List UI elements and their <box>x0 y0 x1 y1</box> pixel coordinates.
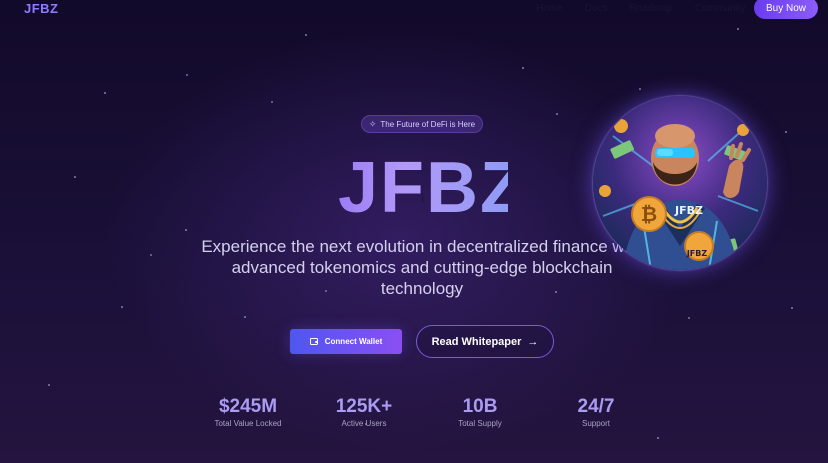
stat-label: Support <box>581 419 611 428</box>
arrow-right-icon: → <box>527 335 539 348</box>
stat-value: 24/7 <box>577 396 615 417</box>
nav-link-docs[interactable]: Docs <box>585 3 608 14</box>
stat-label: Total Supply <box>458 419 502 428</box>
connect-wallet-button[interactable]: Connect Wallet <box>290 329 402 354</box>
hero-subtitle: Experience the next evolution in decentr… <box>201 237 643 298</box>
announcement-badge: ✧ The Future of DeFi is Here <box>361 115 483 133</box>
avatar-jacket-label: JFBZ <box>674 204 703 217</box>
top-navbar: JFBZ Home Docs Roadmap Community Buy Now <box>0 0 828 19</box>
connect-wallet-label: Connect Wallet <box>324 337 383 346</box>
stat-active-users: 125K+ Active Users <box>304 396 424 429</box>
avatar-coin-label: JFBZ <box>686 249 708 258</box>
stat-label: Total Value Locked <box>214 419 282 428</box>
stat-support: 24/7 Support <box>536 396 656 429</box>
read-whitepaper-label: Read Whitepaper <box>431 335 522 348</box>
buy-now-button[interactable]: Buy Now <box>754 0 818 19</box>
wallet-icon <box>309 338 318 345</box>
text-cursor-icon: I <box>421 191 425 205</box>
stat-value: 10B <box>462 396 498 417</box>
landing-page: JFBZ Home Docs Roadmap Community Buy Now… <box>0 0 828 463</box>
brand-logo[interactable]: JFBZ <box>24 1 59 16</box>
badge-text: The Future of DeFi is Here <box>380 119 476 129</box>
hero-title: JFBZ <box>338 148 526 228</box>
stat-total-supply: 10B Total Supply <box>420 396 540 429</box>
mascot-avatar: ₿ JFBZ JFBZ <box>593 96 767 270</box>
stat-value: 125K+ <box>335 396 393 417</box>
read-whitepaper-button[interactable]: Read Whitepaper → <box>416 325 554 358</box>
mascot-illustration: ₿ JFBZ JFBZ <box>593 96 767 270</box>
svg-text:₿: ₿ <box>641 202 657 226</box>
sparkle-icon: ✧ <box>368 118 377 129</box>
stat-label: Active Users <box>341 419 387 428</box>
main-nav: Home Docs Roadmap Community <box>536 3 767 14</box>
stat-value: $245M <box>218 396 278 417</box>
nav-link-roadmap[interactable]: Roadmap <box>629 3 672 14</box>
nav-link-community[interactable]: Community <box>695 3 746 14</box>
nav-link-home[interactable]: Home <box>536 3 563 14</box>
stat-total-value-locked: $245M Total Value Locked <box>188 396 308 429</box>
